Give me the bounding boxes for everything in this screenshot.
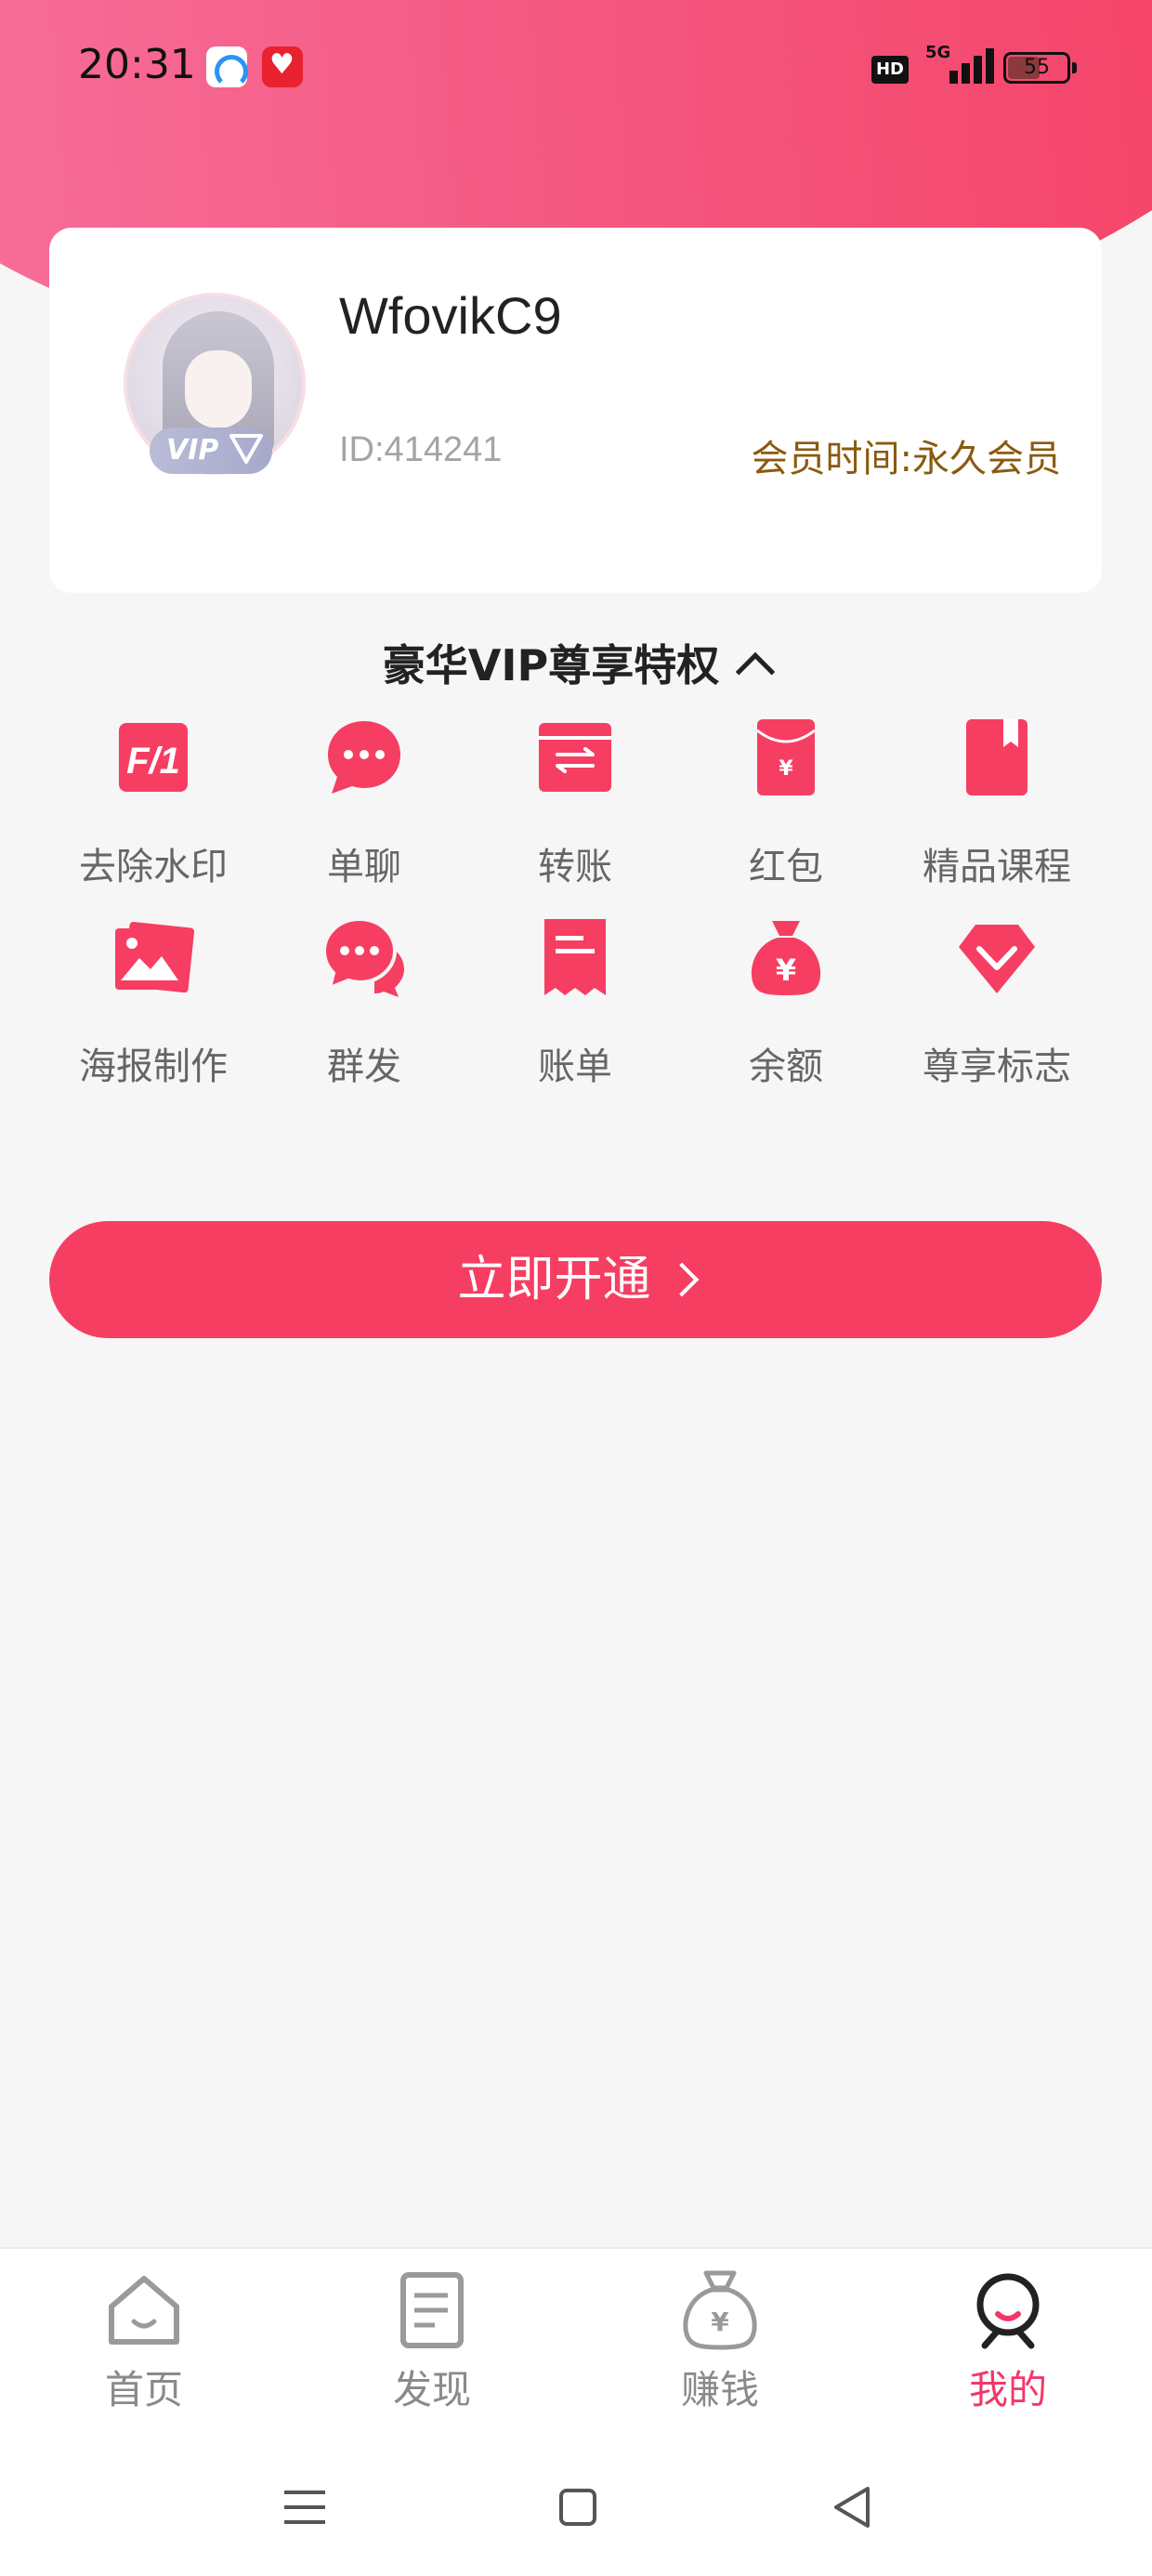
status-bar: 20:31 HD 5G 55 [0,0,1152,139]
vip-diamond-icon [959,925,1035,993]
poster-image-icon [115,922,195,993]
activate-now-button[interactable]: 立即开通 [49,1221,1102,1338]
username: WfovikC9 [339,286,562,345]
home-icon [109,2276,179,2345]
remove-watermark-icon: F/1 [119,723,188,792]
browser-app-icon [206,46,248,88]
privilege-label: 去除水印 [79,846,228,888]
privilege-label: 精品课程 [923,846,1071,888]
money-bag-nav-icon: ¥ [683,2270,757,2350]
profile-icon [976,2273,1040,2349]
privilege-label: 红包 [749,846,823,888]
nav-label: 首页 [104,2367,183,2412]
battery-level: 55 [1024,56,1050,79]
privilege-red-envelope[interactable]: ¥ 红包 [680,716,892,890]
chevron-up-icon [736,651,776,692]
heart-app-icon [262,46,303,87]
chevron-right-icon [664,1262,699,1297]
hd-icon: HD [871,56,909,84]
status-time: 20:31 [78,41,196,88]
privilege-remove-watermark[interactable]: F/1 去除水印 [47,716,259,890]
nav-label: 我的 [968,2367,1047,2412]
privilege-label: 转账 [538,846,612,888]
member-time: 会员时间:永久会员 [751,438,1061,480]
privilege-bill[interactable]: 账单 [469,915,681,1090]
nav-label: 赚钱 [680,2367,759,2412]
privilege-label: 单聊 [327,846,401,888]
menu-icon[interactable] [277,2479,333,2535]
bottom-nav: 首页 发现 ¥ 赚钱 我的 [0,2247,1152,2433]
group-chat-icon [322,916,404,997]
transfer-icon [539,723,611,792]
privilege-course[interactable]: 精品课程 [891,716,1103,890]
course-book-icon [966,719,1028,795]
nav-home[interactable]: 首页 [0,2267,288,2415]
profile-card: VIP WfovikC9 ID:414241 会员时间:永久会员 [49,228,1102,593]
privileges-title[interactable]: 豪华VIP尊享特权 [0,632,1152,693]
privilege-balance[interactable]: ¥ 余额 [680,915,892,1090]
svg-text:¥: ¥ [776,953,796,988]
money-bag-icon: ¥ [751,921,821,995]
privilege-label: 尊享标志 [923,1045,1071,1088]
privilege-label: 余额 [749,1045,823,1088]
nav-earn[interactable]: ¥ 赚钱 [576,2267,864,2415]
chat-bubble-icon [328,721,400,794]
back-icon[interactable] [825,2479,881,2535]
privilege-transfer[interactable]: 转账 [469,716,681,890]
privilege-group-send[interactable]: 群发 [258,915,470,1090]
nav-label: 发现 [392,2367,471,2412]
home-square-icon[interactable] [550,2479,606,2535]
system-nav-bar [0,2433,1152,2576]
user-id: ID:414241 [339,430,503,469]
privilege-single-chat[interactable]: 单聊 [258,716,470,890]
bill-icon [544,919,606,995]
privilege-vip-badge[interactable]: 尊享标志 [891,915,1103,1090]
signal-icon [925,46,994,84]
diamond-icon [229,434,263,464]
svg-text:¥: ¥ [779,757,793,781]
nav-mine[interactable]: 我的 [864,2267,1152,2415]
privilege-poster[interactable]: 海报制作 [47,915,259,1090]
privilege-label: 账单 [538,1045,612,1088]
activate-now-label: 立即开通 [457,1252,651,1308]
svg-text:¥: ¥ [711,2307,729,2337]
privileges-title-text: 豪华VIP尊享特权 [382,640,720,690]
nav-discover[interactable]: 发现 [288,2267,576,2415]
avatar-face [185,350,252,428]
privilege-label: 海报制作 [79,1045,228,1088]
svg-text:F/1: F/1 [126,741,180,782]
discover-icon [400,2272,464,2348]
privilege-label: 群发 [327,1045,401,1088]
battery-icon: 55 [1003,52,1077,84]
red-envelope-icon: ¥ [756,719,816,795]
